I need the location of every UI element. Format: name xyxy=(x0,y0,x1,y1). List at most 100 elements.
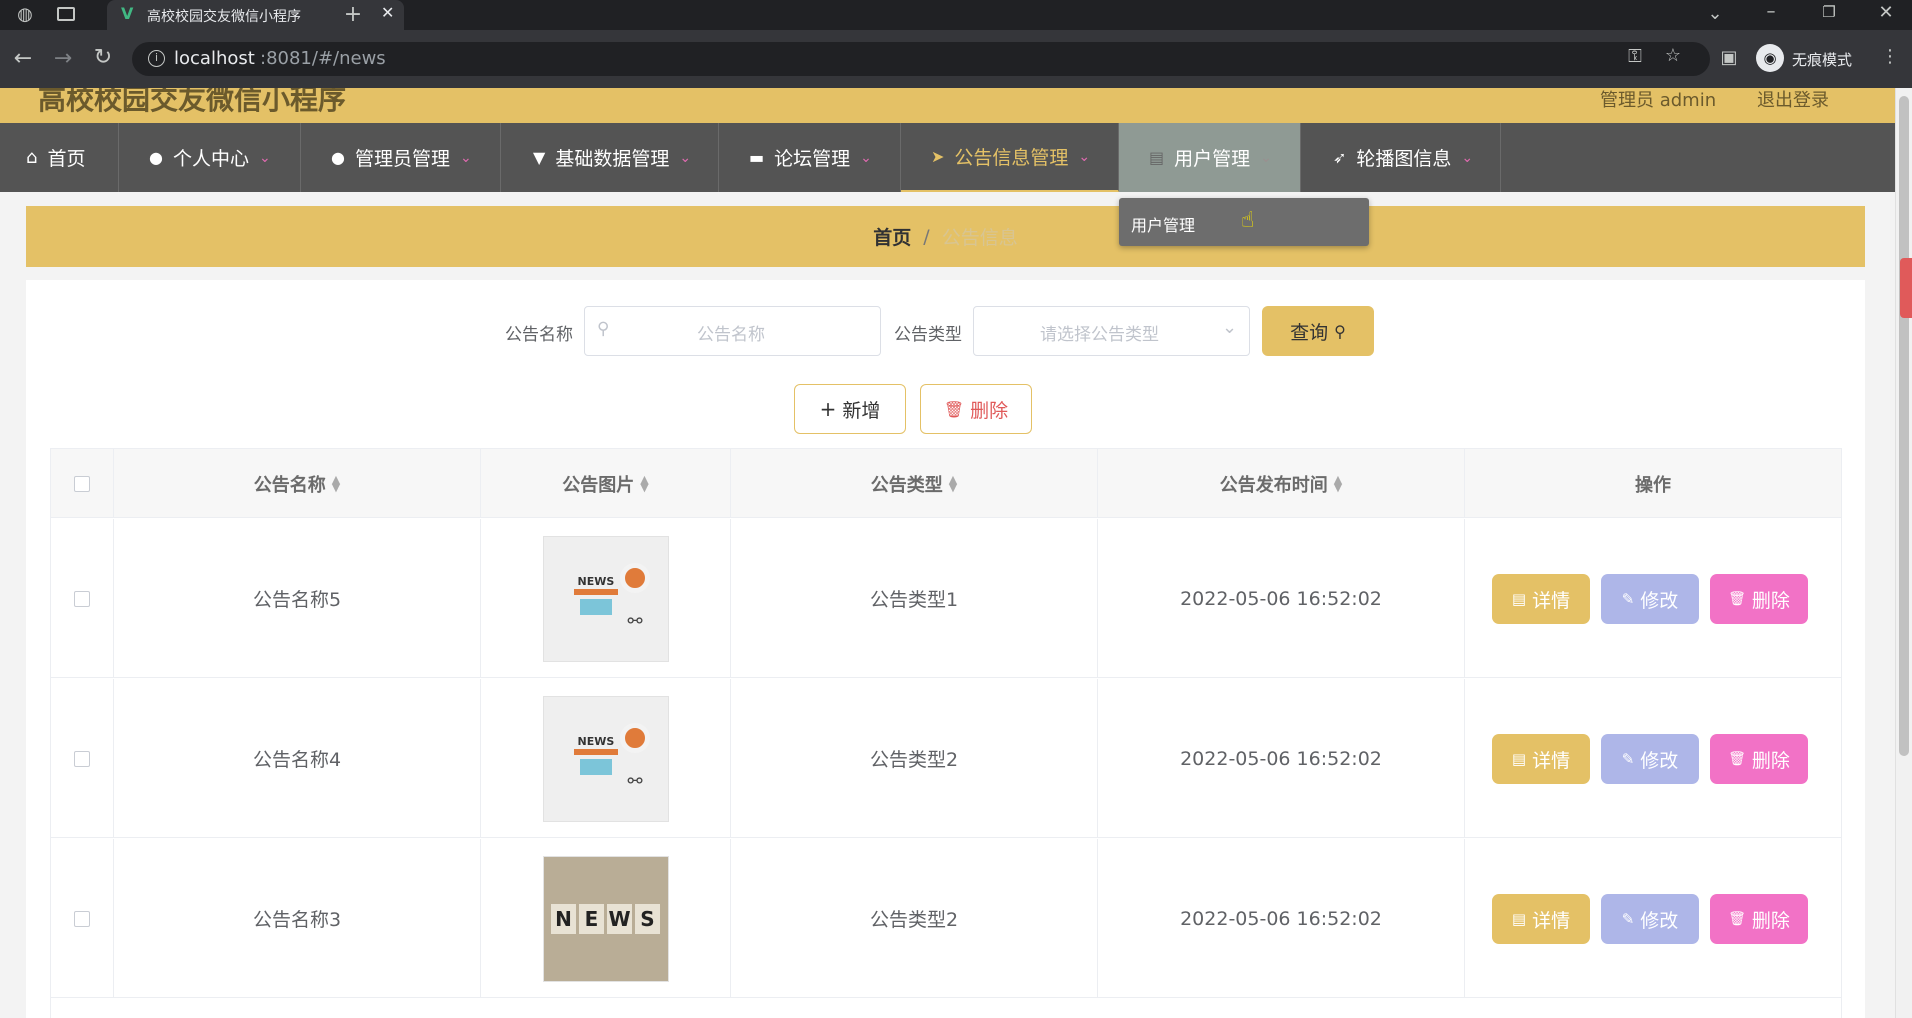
globe-icon[interactable]: ◍ xyxy=(14,4,36,25)
app-title: 高校校园交友微信小程序 xyxy=(38,88,347,116)
news-illustration-image[interactable]: NEWS ⚯ xyxy=(542,695,669,822)
detail-button[interactable]: ▤ 详情 xyxy=(1492,574,1590,624)
pin-icon: ▼ xyxy=(533,148,546,167)
edit-button[interactable]: ✎ 修改 xyxy=(1601,574,1699,624)
edit-label: 修改 xyxy=(1640,589,1679,612)
column-header-time[interactable]: 公告发布时间 ▲ ▼ xyxy=(1098,449,1465,518)
dropdown-item-user-management[interactable]: 用户管理 xyxy=(1131,212,1195,236)
announcement-type-select[interactable]: 请选择公告类型 ⌄ xyxy=(973,306,1250,356)
window-icon[interactable] xyxy=(57,7,75,21)
sort-icon[interactable]: ▲ ▼ xyxy=(949,474,957,493)
breadcrumb-home[interactable]: 首页 xyxy=(873,223,911,250)
nav-item-carousel[interactable]: ➶ 轮播图信息 ⌄ xyxy=(1301,123,1501,192)
glasses-icon: ⚯ xyxy=(627,770,643,792)
news-cube-letter: N xyxy=(551,903,576,934)
nav-item-announcements[interactable]: ➤ 公告信息管理 ⌄ xyxy=(901,123,1119,192)
scrollbar-thumb[interactable] xyxy=(1899,96,1909,756)
sort-icon[interactable]: ▲ ▼ xyxy=(332,474,340,493)
row-checkbox[interactable] xyxy=(74,750,90,767)
delete-button[interactable]: 🗑 删除 xyxy=(1710,734,1808,784)
extensions-icon[interactable]: ▣ xyxy=(1718,47,1740,68)
sort-icon[interactable]: ▲ ▼ xyxy=(1334,474,1342,493)
news-illustration-image[interactable]: NEWS ⚯ xyxy=(542,535,669,662)
nav-item-user-management[interactable]: ▤ 用户管理 ⌄ xyxy=(1119,123,1301,192)
cell-image: NEWS ⚯ xyxy=(481,519,731,678)
logout-link[interactable]: 退出登录 xyxy=(1757,88,1829,112)
detail-button[interactable]: ▤ 详情 xyxy=(1492,894,1590,944)
column-header-image[interactable]: 公告图片 ▲ ▼ xyxy=(481,449,731,518)
browser-menu-icon[interactable]: ⋮ xyxy=(1880,46,1900,67)
star-icon[interactable]: ☆ xyxy=(1662,45,1684,66)
table-header: 公告名称 ▲ ▼ 公告图片 ▲ ▼ 公告类型 ▲ ▼ 公告发布时间 ▲ ▼ 操作 xyxy=(51,449,1841,518)
chevron-down-icon: ⌄ xyxy=(860,149,872,166)
add-button[interactable]: + 新增 xyxy=(794,384,906,434)
detail-label: 详情 xyxy=(1532,909,1571,932)
maximize-icon[interactable]: ❐ xyxy=(1818,3,1840,21)
search-icon: ⚲ xyxy=(597,319,610,339)
info-icon[interactable]: i xyxy=(148,50,165,67)
news-cubes-image[interactable]: N E W S xyxy=(542,855,669,982)
nav-label: 管理员管理 xyxy=(354,148,450,170)
table-row: 公告名称3 N E W S 公告类型2 2022-05-06 16:52:02 … xyxy=(51,839,1841,998)
trash-icon: 🗑 xyxy=(1728,911,1746,927)
edit-button[interactable]: ✎ 修改 xyxy=(1601,894,1699,944)
nav-label: 首页 xyxy=(47,148,86,170)
cell-name: 公告名称5 xyxy=(114,519,481,678)
chevron-down-icon: ⌄ xyxy=(1461,149,1474,166)
page-scrollbar[interactable] xyxy=(1895,88,1912,1018)
illustration-magnifier xyxy=(619,722,650,753)
trash-icon: 🗑 xyxy=(1728,751,1746,767)
pencil-icon: ✎ xyxy=(1621,750,1635,768)
column-header-type[interactable]: 公告类型 ▲ ▼ xyxy=(731,449,1098,518)
row-checkbox[interactable] xyxy=(74,910,90,927)
delete-button[interactable]: 🗑 删除 xyxy=(1710,574,1808,624)
news-cube-letter: E xyxy=(579,903,604,934)
delete-button[interactable]: 🗑 删除 xyxy=(1710,894,1808,944)
column-header-name[interactable]: 公告名称 ▲ ▼ xyxy=(114,449,481,518)
illustration-block xyxy=(579,598,612,615)
navigation-icon: ➶ xyxy=(1333,148,1347,167)
select-all-checkbox[interactable] xyxy=(74,475,90,492)
nav-item-forum[interactable]: ▬ 论坛管理 ⌄ xyxy=(719,123,901,192)
incognito-icon[interactable]: ◉ xyxy=(1756,44,1784,72)
announcement-type-label: 公告类型 xyxy=(894,325,962,345)
plus-icon: + xyxy=(819,397,837,421)
announcement-table: 公告名称 ▲ ▼ 公告图片 ▲ ▼ 公告类型 ▲ ▼ 公告发布时间 ▲ ▼ 操作 公告名称5 N… xyxy=(50,448,1842,1018)
announcement-name-input[interactable]: ⚲ 公告名称 xyxy=(584,306,881,356)
user-icon: ● xyxy=(149,148,163,167)
cell-image: N E W S xyxy=(481,839,731,998)
minimize-icon[interactable]: – xyxy=(1760,1,1782,22)
header-label: 公告类型 xyxy=(870,474,943,496)
breadcrumb-current: 公告信息 xyxy=(941,227,1018,249)
new-tab-icon[interactable]: + xyxy=(342,2,364,27)
forward-icon[interactable]: → xyxy=(50,46,76,71)
detail-button[interactable]: ▤ 详情 xyxy=(1492,734,1590,784)
pencil-icon: ✎ xyxy=(1621,910,1635,928)
nav-item-home[interactable]: ⌂ 首页 xyxy=(0,123,119,192)
breadcrumb: 首页 / 公告信息 xyxy=(26,206,1865,267)
edit-button[interactable]: ✎ 修改 xyxy=(1601,734,1699,784)
key-icon[interactable]: ⚿ xyxy=(1624,46,1646,67)
main-nav: ⌂ 首页 ● 个人中心 ⌄ ● 管理员管理 ⌄ ▼ 基础数据管理 ⌄ ▬ 论坛管… xyxy=(0,123,1895,192)
delete-label: 删除 xyxy=(1751,749,1790,772)
nav-item-admin-management[interactable]: ● 管理员管理 ⌄ xyxy=(301,123,501,192)
bulk-delete-button[interactable]: 🗑 删除 xyxy=(920,384,1032,434)
back-icon[interactable]: ← xyxy=(10,46,36,71)
row-checkbox[interactable] xyxy=(74,590,90,607)
reload-icon[interactable]: ↻ xyxy=(90,45,116,70)
nav-item-basic-data[interactable]: ▼ 基础数据管理 ⌄ xyxy=(501,123,719,192)
announcement-name-label: 公告名称 xyxy=(505,325,573,345)
nav-label: 论坛管理 xyxy=(774,148,851,170)
query-button[interactable]: 查询 ⚲ xyxy=(1262,306,1374,356)
select-all-cell xyxy=(51,449,114,518)
illustration-bar xyxy=(573,748,618,755)
close-tab-icon[interactable]: ✕ xyxy=(381,3,394,22)
side-tab-marker[interactable] xyxy=(1900,258,1912,318)
cell-type: 公告类型2 xyxy=(731,839,1098,998)
address-bar[interactable]: i localhost :8081/#/news ⚿ ☆ xyxy=(132,42,1710,76)
tab-search-icon[interactable]: ⌄ xyxy=(1704,3,1726,24)
nav-item-personal-center[interactable]: ● 个人中心 ⌄ xyxy=(119,123,301,192)
sort-icon[interactable]: ▲ ▼ xyxy=(640,474,648,493)
close-window-icon[interactable]: ✕ xyxy=(1875,2,1897,23)
pencil-icon: ✎ xyxy=(1621,590,1635,608)
